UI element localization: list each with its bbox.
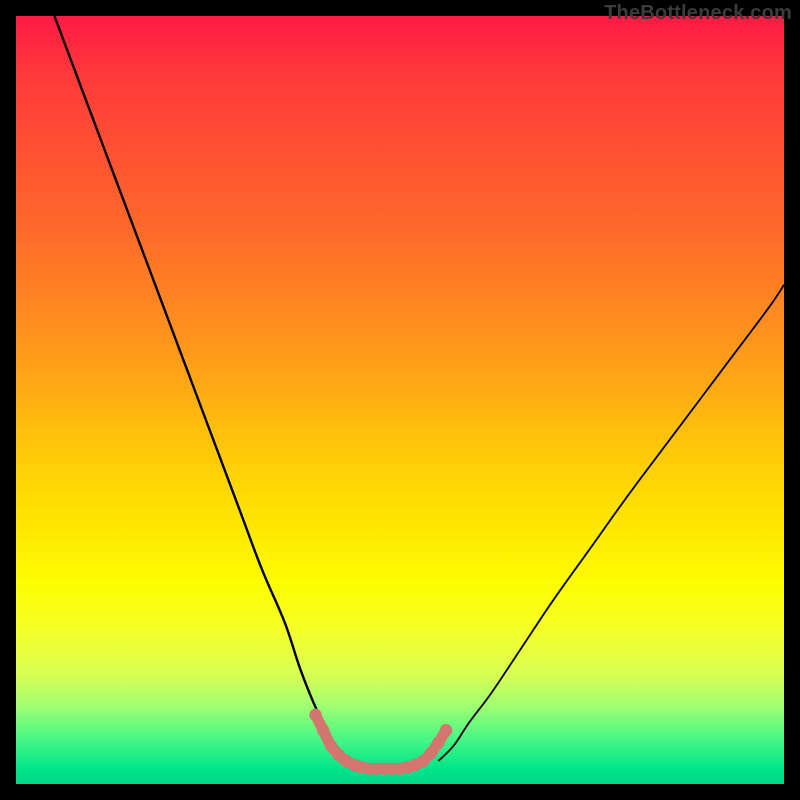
valley-marker <box>432 736 444 748</box>
valley-marker <box>317 724 329 736</box>
chart-svg <box>16 16 784 784</box>
chart-plot-area <box>16 16 784 784</box>
right-curve-path <box>438 285 784 761</box>
valley-marker <box>425 747 437 759</box>
watermark-text: TheBottleneck.com <box>604 2 792 25</box>
valley-marker <box>440 724 452 736</box>
valley-markers-group <box>309 709 452 775</box>
left-curve-path <box>54 16 350 761</box>
chart-frame: TheBottleneck.com <box>0 0 800 800</box>
valley-marker <box>309 709 321 721</box>
